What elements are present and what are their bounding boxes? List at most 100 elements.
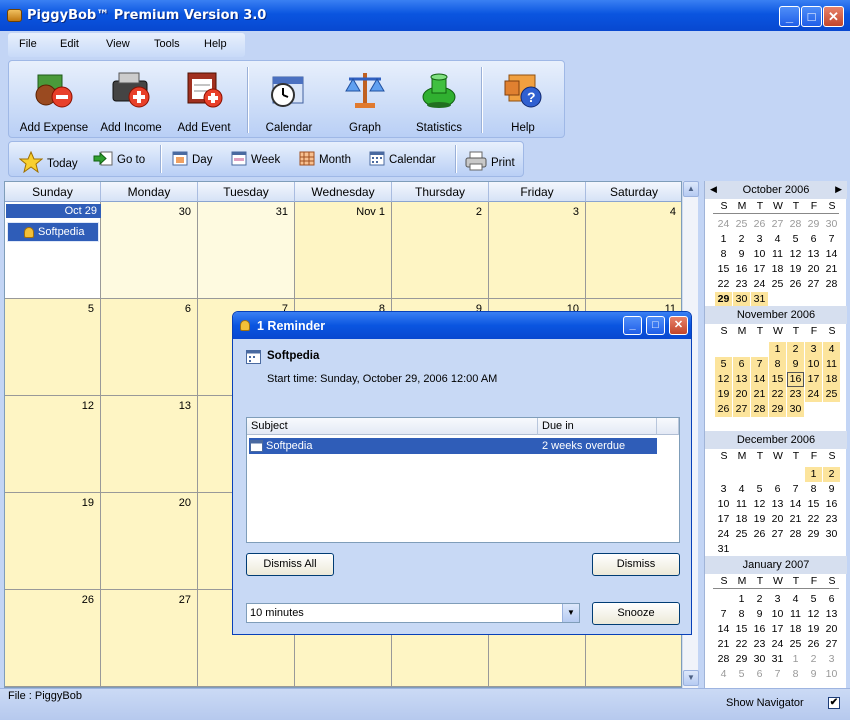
mini-day[interactable]: 9 — [805, 667, 822, 682]
mini-day[interactable]: 8 — [715, 247, 732, 262]
dismiss-button[interactable]: Dismiss — [592, 553, 680, 576]
mini-day[interactable]: 6 — [823, 592, 840, 607]
close-button[interactable]: ✕ — [823, 6, 844, 27]
mini-day[interactable]: 1 — [715, 232, 732, 247]
mini-day[interactable]: 5 — [787, 232, 804, 247]
day-cell[interactable]: 27 — [101, 590, 198, 687]
mini-day[interactable]: 24 — [715, 217, 732, 232]
day-view-button[interactable]: Day — [172, 151, 212, 171]
scroll-up-icon[interactable]: ▲ — [683, 181, 699, 197]
mini-day[interactable]: 29 — [769, 402, 786, 417]
mini-day[interactable]: 12 — [751, 497, 768, 512]
mini-day[interactable]: 13 — [823, 607, 840, 622]
day-cell[interactable]: 12 — [5, 396, 101, 493]
mini-day[interactable]: 20 — [769, 512, 786, 527]
mini-day[interactable]: 4 — [787, 592, 804, 607]
mini-day[interactable]: 11 — [787, 607, 804, 622]
mini-day[interactable]: 29 — [715, 292, 732, 307]
add-event-button[interactable]: Add Event — [167, 65, 241, 135]
mini-day[interactable]: 1 — [787, 652, 804, 667]
mini-day[interactable]: 12 — [805, 607, 822, 622]
mini-day[interactable]: 18 — [787, 622, 804, 637]
mini-day[interactable]: 1 — [769, 342, 786, 357]
mini-day[interactable]: 5 — [751, 482, 768, 497]
reminder-list[interactable]: Subject Due in Softpedia 2 weeks overdue — [246, 417, 680, 543]
mini-day[interactable]: 6 — [751, 667, 768, 682]
mini-day[interactable]: 14 — [715, 622, 732, 637]
next-month-icon[interactable]: ▶ — [835, 184, 842, 195]
mini-day[interactable]: 22 — [715, 277, 732, 292]
chevron-down-icon[interactable]: ▼ — [562, 604, 579, 622]
mini-day[interactable]: 28 — [787, 217, 804, 232]
mini-day[interactable]: 2 — [751, 592, 768, 607]
mini-day[interactable]: 5 — [715, 357, 732, 372]
mini-day[interactable]: 14 — [787, 497, 804, 512]
mini-day[interactable]: 25 — [733, 217, 750, 232]
dismiss-all-button[interactable]: Dismiss All — [246, 553, 334, 576]
mini-day[interactable]: 2 — [733, 232, 750, 247]
mini-day[interactable]: 28 — [715, 652, 732, 667]
add-expense-button[interactable]: Add Expense — [13, 65, 95, 135]
mini-day[interactable]: 9 — [787, 357, 804, 372]
mini-day[interactable]: 9 — [751, 607, 768, 622]
mini-day[interactable]: 23 — [787, 387, 804, 402]
mini-day[interactable]: 6 — [733, 357, 750, 372]
mini-day[interactable]: 21 — [787, 512, 804, 527]
mini-day[interactable]: 27 — [733, 402, 750, 417]
mini-day[interactable]: 26 — [715, 402, 732, 417]
mini-day[interactable]: 15 — [805, 497, 822, 512]
mini-day[interactable]: 3 — [751, 232, 768, 247]
mini-day[interactable]: 4 — [715, 667, 732, 682]
day-cell[interactable]: 2 — [392, 202, 489, 299]
week-view-button[interactable]: Week — [231, 151, 280, 171]
mini-day[interactable]: 3 — [715, 482, 732, 497]
mini-day[interactable]: 12 — [787, 247, 804, 262]
mini-day[interactable]: 3 — [805, 342, 822, 357]
add-income-button[interactable]: Add Income — [95, 65, 167, 135]
mini-day[interactable]: 5 — [805, 592, 822, 607]
mini-day[interactable]: 22 — [769, 387, 786, 402]
mini-day[interactable]: 19 — [787, 262, 804, 277]
mini-day[interactable]: 24 — [769, 637, 786, 652]
mini-day[interactable]: 1 — [805, 467, 822, 482]
mini-day[interactable]: 16 — [823, 497, 840, 512]
day-cell[interactable]: 6 — [101, 299, 198, 396]
mini-day[interactable]: 24 — [805, 387, 822, 402]
event-item[interactable]: Softpedia — [7, 222, 99, 242]
statistics-button[interactable]: Statistics — [403, 65, 475, 135]
menu-edit[interactable]: Edit — [60, 38, 79, 50]
mini-day[interactable]: 30 — [823, 217, 840, 232]
mini-day[interactable]: 17 — [769, 622, 786, 637]
mini-day[interactable]: 13 — [805, 247, 822, 262]
mini-day[interactable]: 26 — [751, 217, 768, 232]
mini-day[interactable]: 23 — [823, 512, 840, 527]
mini-day[interactable]: 21 — [715, 637, 732, 652]
mini-day[interactable]: 7 — [715, 607, 732, 622]
mini-day[interactable]: 8 — [805, 482, 822, 497]
mini-day[interactable]: 15 — [733, 622, 750, 637]
mini-day[interactable]: 2 — [787, 342, 804, 357]
mini-day[interactable]: 12 — [715, 372, 732, 387]
mini-day[interactable]: 22 — [733, 637, 750, 652]
mini-day[interactable]: 15 — [715, 262, 732, 277]
mini-day[interactable]: 30 — [823, 527, 840, 542]
mini-day[interactable]: 28 — [751, 402, 768, 417]
reminder-maximize-button[interactable]: □ — [646, 316, 665, 335]
mini-day[interactable]: 20 — [823, 622, 840, 637]
mini-day[interactable]: 13 — [733, 372, 750, 387]
mini-day[interactable]: 10 — [769, 607, 786, 622]
mini-day[interactable]: 7 — [751, 357, 768, 372]
mini-day[interactable]: 10 — [715, 497, 732, 512]
menu-file[interactable]: File — [19, 38, 37, 50]
menu-tools[interactable]: Tools — [154, 38, 180, 50]
mini-day[interactable]: 26 — [751, 527, 768, 542]
mini-day[interactable]: 28 — [787, 527, 804, 542]
mini-day[interactable]: 2 — [805, 652, 822, 667]
mini-day[interactable]: 6 — [805, 232, 822, 247]
mini-day[interactable]: 10 — [751, 247, 768, 262]
mini-day[interactable]: 7 — [787, 482, 804, 497]
graph-button[interactable]: Graph — [329, 65, 401, 135]
mini-day[interactable]: 8 — [787, 667, 804, 682]
mini-day[interactable]: 25 — [823, 387, 840, 402]
mini-day[interactable]: 10 — [805, 357, 822, 372]
